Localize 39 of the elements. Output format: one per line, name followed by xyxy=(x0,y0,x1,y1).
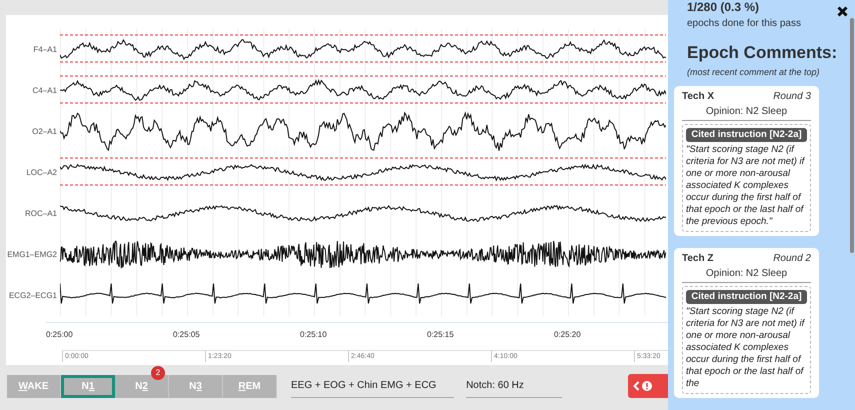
time-tick-label: 0:25:05 xyxy=(173,329,201,341)
time-tick-label: 0:25:10 xyxy=(300,329,328,341)
stage-button[interactable]: N3 xyxy=(169,375,223,398)
channel-label: ECG2–ECG1 xyxy=(8,290,58,302)
comments-heading: Epoch Comments: xyxy=(687,43,838,63)
comment-round: Round 3 xyxy=(773,90,811,104)
chevron-left-icon xyxy=(633,380,640,390)
stage-button[interactable]: N1 xyxy=(61,375,115,398)
comment-author: Tech Z xyxy=(682,252,714,266)
alert-icon xyxy=(642,380,652,390)
channel-label: O2–A1 xyxy=(31,126,58,138)
channel-label: F4–A1 xyxy=(32,44,58,56)
close-icon[interactable] xyxy=(837,6,848,17)
notification-badge: 2 xyxy=(151,366,165,380)
progress-caption: epochs done for this pass xyxy=(687,17,802,31)
comment-opinion: Opinion: N2 Sleep xyxy=(682,104,811,120)
channel-label: LOC–A2 xyxy=(25,166,58,178)
comments-subheading: (most recent comment at the top) xyxy=(687,66,821,79)
citation-quote: "Start scoring stage N2 (if criteria for N3 are not met) if one or more non-arousal associated K complexes occur during the first half of that epoch or the last half of the previous epoch." xyxy=(686,144,806,228)
stage-button[interactable]: REM xyxy=(223,375,277,398)
alert-toggle-button[interactable] xyxy=(628,374,668,398)
progress-value: 1/280 (0.3 %) xyxy=(687,0,760,14)
channel-label: C4–A1 xyxy=(32,84,58,96)
comment-author: Tech X xyxy=(682,90,714,104)
montage-field: EEG + EOG + Chin EMG + ECG xyxy=(291,374,454,398)
channel-label: ROC–A1 xyxy=(24,208,58,220)
time-tick-label: 0:25:20 xyxy=(554,329,582,341)
stage-button[interactable]: WAKE xyxy=(7,375,61,398)
comment-round: Round 2 xyxy=(773,252,811,266)
stage-button[interactable]: N2 xyxy=(115,375,169,398)
scrollbar[interactable] xyxy=(850,18,854,253)
citation-quote: "Start scoring stage N2 (if criteria for N3 are not met) if one or more non-arousal associated K complexes occur during the first half of that epoch or the last half of the xyxy=(686,306,806,390)
citation-label: Cited instruction [N2-2a] xyxy=(686,128,807,142)
time-tick-label: 0:25:15 xyxy=(427,329,455,341)
channel-label: EMG1–EMG2 xyxy=(6,248,58,260)
citation-label: Cited instruction [N2-2a] xyxy=(686,290,807,304)
notch-field: Notch: 60 Hz xyxy=(466,374,562,398)
time-tick-label: 0:25:00 xyxy=(46,329,74,341)
comment-opinion: Opinion: N2 Sleep xyxy=(682,266,811,282)
